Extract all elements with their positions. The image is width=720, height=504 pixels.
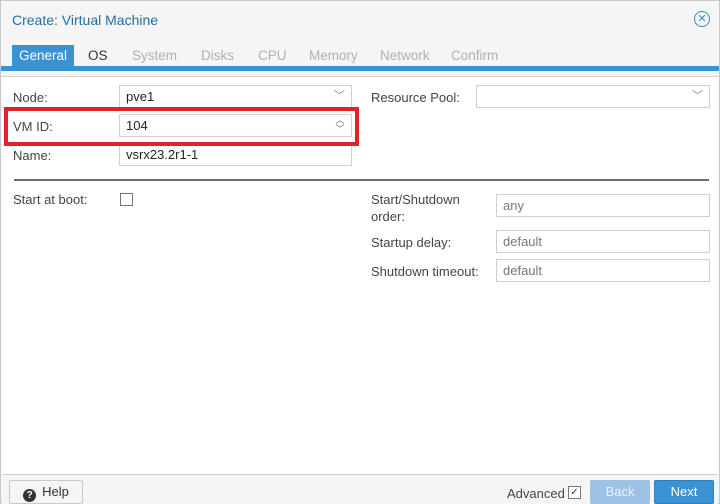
tab-general[interactable]: General bbox=[12, 45, 75, 67]
vmid-spinner[interactable]: 104 ︿ ﹀ bbox=[119, 114, 352, 137]
advanced-checkbox[interactable]: ✓ bbox=[568, 486, 581, 499]
startup-delay-placeholder: default bbox=[503, 234, 543, 249]
spinner-arrows-icon[interactable]: ︿ ﹀ bbox=[335, 116, 345, 135]
close-icon[interactable]: ✕ bbox=[694, 11, 710, 27]
tab-confirm[interactable]: Confirm bbox=[444, 45, 505, 67]
tab-disks[interactable]: Disks bbox=[194, 45, 241, 67]
name-label: Name: bbox=[13, 148, 52, 163]
resource-pool-label: Resource Pool: bbox=[371, 90, 460, 105]
name-value: vsrx23.2r1-1 bbox=[126, 147, 199, 162]
tab-memory[interactable]: Memory bbox=[302, 45, 365, 67]
start-shutdown-order-label-line1: Start/Shutdown bbox=[371, 192, 460, 207]
startup-delay-label: Startup delay: bbox=[371, 235, 452, 250]
shutdown-timeout-placeholder: default bbox=[503, 263, 543, 278]
start-shutdown-order-label-line2: order: bbox=[371, 209, 405, 224]
section-divider bbox=[14, 179, 709, 181]
start-shutdown-order-field[interactable]: any bbox=[496, 194, 710, 217]
vmid-label: VM ID: bbox=[13, 119, 53, 134]
help-question-icon: ? bbox=[23, 489, 37, 502]
chevron-down-icon: ﹀ bbox=[334, 90, 345, 102]
tab-network[interactable]: Network bbox=[373, 45, 437, 67]
dialog-titlebar: Create: Virtual Machine ✕ bbox=[1, 1, 719, 39]
dialog-title: Create: Virtual Machine bbox=[12, 12, 159, 28]
help-button[interactable]: ? Help bbox=[9, 480, 83, 504]
advanced-label: Advanced bbox=[507, 486, 565, 501]
wizard-tabs: General OS System Disks CPU Memory Netwo… bbox=[1, 39, 719, 71]
node-label: Node: bbox=[13, 90, 48, 105]
create-vm-dialog: Create: Virtual Machine ✕ General OS Sys… bbox=[0, 0, 720, 504]
start-at-boot-label: Start at boot: bbox=[13, 192, 88, 207]
tab-cpu[interactable]: CPU bbox=[251, 45, 294, 67]
resource-pool-select[interactable]: ﹀ bbox=[476, 85, 710, 108]
name-field[interactable]: vsrx23.2r1-1 bbox=[119, 143, 352, 166]
general-panel: Node: pve1 ﹀ VM ID: 104 ︿ ﹀ Name: vsrx23.… bbox=[2, 76, 718, 474]
tab-os[interactable]: OS bbox=[81, 45, 115, 67]
dialog-footer: ? Help Advanced ✓ Back Next bbox=[2, 474, 718, 504]
startup-delay-field[interactable]: default bbox=[496, 230, 710, 253]
start-at-boot-checkbox[interactable] bbox=[120, 193, 133, 206]
next-button[interactable]: Next bbox=[654, 480, 714, 504]
back-button[interactable]: Back bbox=[590, 480, 650, 504]
shutdown-timeout-label: Shutdown timeout: bbox=[371, 264, 479, 279]
vmid-value: 104 bbox=[126, 118, 148, 133]
help-button-label: Help bbox=[42, 484, 69, 499]
chevron-down-icon: ﹀ bbox=[692, 90, 703, 102]
start-shutdown-order-placeholder: any bbox=[503, 198, 524, 213]
tab-system[interactable]: System bbox=[125, 45, 184, 67]
shutdown-timeout-field[interactable]: default bbox=[496, 259, 710, 282]
node-select[interactable]: pve1 ﹀ bbox=[119, 85, 352, 108]
node-value: pve1 bbox=[126, 89, 155, 104]
